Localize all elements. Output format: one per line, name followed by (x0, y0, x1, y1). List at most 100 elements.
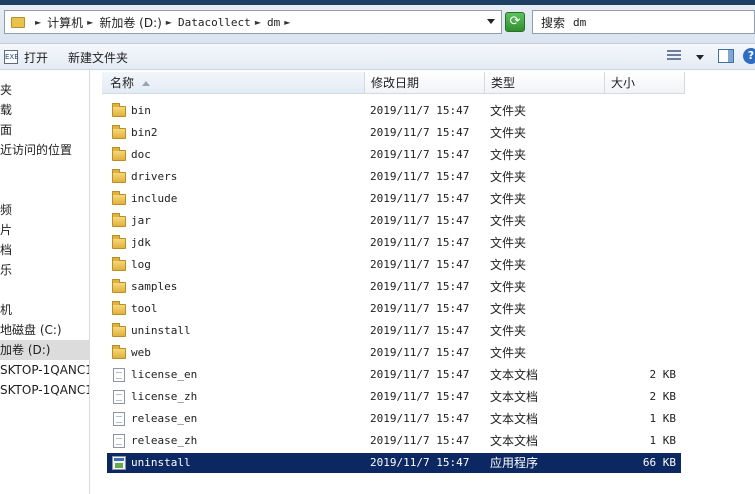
column-name-label: 名称 (110, 76, 135, 90)
file-size: 66 KB (642, 456, 676, 469)
file-row[interactable]: drivers 2019/11/7 15:47 文件夹 (107, 167, 681, 187)
file-row[interactable]: bin 2019/11/7 15:47 文件夹 (107, 101, 681, 121)
application-icon (112, 456, 126, 470)
chevron-right-icon[interactable]: ► (87, 18, 93, 27)
file-date: 2019/11/7 15:47 (370, 324, 470, 337)
file-row[interactable]: release_en 2019/11/7 15:47 文本文档 1 KB (107, 409, 681, 429)
file-type: 文本文档 (490, 434, 539, 448)
file-date: 2019/11/7 15:47 (370, 148, 470, 161)
file-date: 2019/11/7 15:47 (370, 258, 470, 271)
folder-icon (112, 169, 126, 183)
file-date: 2019/11/7 15:47 (370, 236, 470, 249)
file-row[interactable]: web 2019/11/7 15:47 文件夹 (107, 343, 681, 363)
breadcrumb-datacollect[interactable]: Datacollect (178, 16, 251, 29)
address-bar[interactable]: ► 计算机 ► 新加卷 (D:) ► Datacollect ► dm ► (4, 10, 502, 34)
address-history-dropdown-icon[interactable] (487, 19, 495, 24)
navigation-pane: 夹 载 面 近访问的位置 频 片 档 乐 机 地磁盘 (C:) 加卷 (D:) … (0, 70, 90, 494)
file-name: include (131, 192, 178, 205)
title-bar-edge (0, 0, 755, 5)
text-file-icon (113, 434, 125, 448)
view-dropdown-icon[interactable] (696, 55, 704, 60)
nav-item-local-disk-c[interactable]: 地磁盘 (C:) (0, 320, 89, 340)
file-row[interactable]: tool 2019/11/7 15:47 文件夹 (107, 299, 681, 319)
column-header-name[interactable]: 名称 (102, 72, 365, 94)
text-file-icon (113, 412, 125, 426)
command-toolbar: EXE 打开 新建文件夹 ? (0, 44, 755, 70)
file-name: jar (131, 214, 151, 227)
preview-pane-icon[interactable] (718, 49, 734, 63)
open-button[interactable]: EXE 打开 (4, 48, 48, 66)
file-row[interactable]: license_zh 2019/11/7 15:47 文本文档 2 KB (107, 387, 681, 407)
search-input[interactable]: 搜索 dm (532, 10, 755, 34)
nav-item-downloads[interactable]: 载 (0, 100, 89, 120)
breadcrumb-drive-d[interactable]: 新加卷 (D:) (99, 14, 161, 31)
file-date: 2019/11/7 15:47 (370, 434, 470, 447)
file-type: 文件夹 (490, 192, 527, 206)
file-size: 2 KB (649, 368, 677, 381)
file-type: 文件夹 (490, 104, 527, 118)
folder-icon (112, 301, 126, 315)
folder-icon (112, 213, 126, 227)
help-icon[interactable]: ? (743, 48, 755, 64)
search-label: 搜索 (541, 15, 566, 30)
chevron-right-icon[interactable]: ► (35, 18, 41, 27)
column-header-size[interactable]: 大小 (605, 72, 685, 94)
file-row[interactable]: jar 2019/11/7 15:47 文件夹 (107, 211, 681, 231)
breadcrumb-computer[interactable]: 计算机 (47, 14, 83, 31)
nav-item-favorites[interactable]: 夹 (0, 80, 89, 100)
file-row[interactable]: doc 2019/11/7 15:47 文件夹 (107, 145, 681, 165)
file-row-selected[interactable]: uninstall 2019/11/7 15:47 应用程序 66 KB (107, 453, 681, 473)
file-type: 文本文档 (490, 368, 539, 382)
file-type: 文件夹 (490, 346, 527, 360)
file-size: 1 KB (649, 434, 677, 447)
column-header-date[interactable]: 修改日期 (365, 72, 485, 94)
nav-item-pictures[interactable]: 片 (0, 220, 89, 240)
file-type: 文件夹 (490, 258, 527, 272)
new-folder-button[interactable]: 新建文件夹 (68, 48, 128, 66)
nav-item-network-share-2[interactable]: SKTOP-1QANC1V 上 (0, 380, 89, 400)
file-date: 2019/11/7 15:47 (370, 346, 470, 359)
file-type: 文件夹 (490, 236, 527, 250)
file-row[interactable]: include 2019/11/7 15:47 文件夹 (107, 189, 681, 209)
address-bar-area: ► 计算机 ► 新加卷 (D:) ► Datacollect ► dm ► ⟳ … (0, 0, 755, 44)
file-row[interactable]: release_zh 2019/11/7 15:47 文本文档 1 KB (107, 431, 681, 451)
nav-item-recent-places[interactable]: 近访问的位置 (0, 140, 89, 160)
folder-icon (112, 279, 126, 293)
file-type: 文件夹 (490, 126, 527, 140)
file-row[interactable]: log 2019/11/7 15:47 文件夹 (107, 255, 681, 275)
file-date: 2019/11/7 15:47 (370, 214, 470, 227)
file-type: 文件夹 (490, 170, 527, 184)
file-row[interactable]: bin2 2019/11/7 15:47 文件夹 (107, 123, 681, 143)
file-type: 文件夹 (490, 302, 527, 316)
file-size: 2 KB (649, 390, 677, 403)
chevron-right-icon[interactable]: ► (255, 18, 261, 27)
file-row[interactable]: samples 2019/11/7 15:47 文件夹 (107, 277, 681, 297)
nav-item-network-share-1[interactable]: SKTOP-1QANC1V 上 (0, 360, 89, 380)
file-name: doc (131, 148, 151, 161)
file-row[interactable]: license_en 2019/11/7 15:47 文本文档 2 KB (107, 365, 681, 385)
nav-item-desktop[interactable]: 面 (0, 120, 89, 140)
column-size-label: 大小 (611, 76, 636, 90)
chevron-right-icon[interactable]: ► (284, 18, 290, 27)
chevron-right-icon[interactable]: ► (166, 18, 172, 27)
nav-item-volume-d[interactable]: 加卷 (D:) (0, 340, 89, 360)
file-row[interactable]: jdk 2019/11/7 15:47 文件夹 (107, 233, 681, 253)
column-type-label: 类型 (491, 76, 516, 90)
file-date: 2019/11/7 15:47 (370, 368, 470, 381)
file-date: 2019/11/7 15:47 (370, 192, 470, 205)
nav-item-videos[interactable]: 频 (0, 200, 89, 220)
nav-item-music[interactable]: 乐 (0, 260, 89, 280)
column-header-type[interactable]: 类型 (485, 72, 605, 94)
file-name: log (131, 258, 151, 271)
nav-item-computer[interactable]: 机 (0, 300, 89, 320)
nav-item-documents[interactable]: 档 (0, 240, 89, 260)
file-name: jdk (131, 236, 151, 249)
view-options-icon[interactable] (667, 50, 681, 62)
breadcrumb-dm[interactable]: dm (267, 16, 280, 29)
file-name: bin2 (131, 126, 158, 139)
folder-icon (112, 103, 126, 117)
file-date: 2019/11/7 15:47 (370, 412, 470, 425)
file-row[interactable]: uninstall 2019/11/7 15:47 文件夹 (107, 321, 681, 341)
refresh-icon[interactable]: ⟳ (505, 12, 525, 32)
file-date: 2019/11/7 15:47 (370, 126, 470, 139)
